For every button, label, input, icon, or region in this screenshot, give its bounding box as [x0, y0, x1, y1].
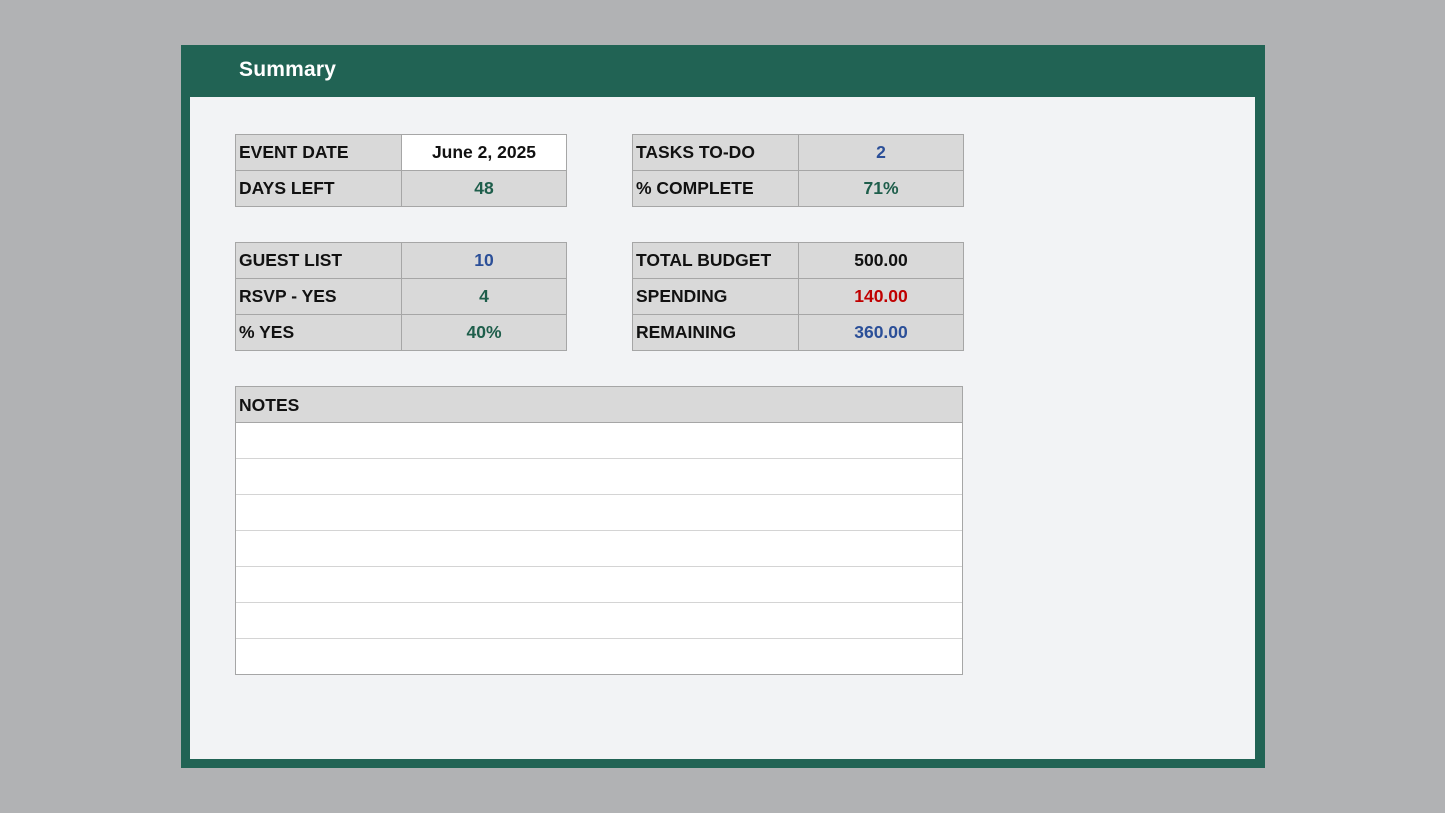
tasks-table: TASKS TO-DO 2 % COMPLETE 71% [632, 134, 964, 207]
notes-row[interactable] [236, 567, 962, 603]
notes-row[interactable] [236, 603, 962, 639]
event-date-cell[interactable]: June 2, 2025 [401, 134, 567, 171]
table-row: REMAINING 360.00 [632, 314, 964, 351]
table-row: EVENT DATE June 2, 2025 [235, 134, 567, 171]
guest-list-label: GUEST LIST [235, 242, 402, 279]
total-budget-label: TOTAL BUDGET [632, 242, 799, 279]
table-row: % YES 40% [235, 314, 567, 351]
event-date-label: EVENT DATE [235, 134, 402, 171]
pct-yes-value: 40% [401, 314, 567, 351]
guests-table: GUEST LIST 10 RSVP - YES 4 % YES 40% [235, 242, 567, 351]
rsvp-yes-label: RSVP - YES [235, 278, 402, 315]
rsvp-yes-value: 4 [401, 278, 567, 315]
table-row: GUEST LIST 10 [235, 242, 567, 279]
budget-table: TOTAL BUDGET 500.00 SPENDING 140.00 REMA… [632, 242, 964, 351]
table-row: TASKS TO-DO 2 [632, 134, 964, 171]
notes-row[interactable] [236, 639, 962, 674]
page-title: Summary [239, 58, 337, 81]
spending-value: 140.00 [798, 278, 964, 315]
table-row: SPENDING 140.00 [632, 278, 964, 315]
notes-row[interactable] [236, 459, 962, 495]
guest-list-value: 10 [401, 242, 567, 279]
notes-section: NOTES [235, 386, 963, 675]
summary-frame: Summary EVENT DATE June 2, 2025 DAYS LEF… [181, 45, 1265, 768]
notes-header: NOTES [236, 387, 962, 423]
table-row: DAYS LEFT 48 [235, 170, 567, 207]
tasks-todo-label: TASKS TO-DO [632, 134, 799, 171]
event-table: EVENT DATE June 2, 2025 DAYS LEFT 48 [235, 134, 567, 207]
pct-yes-label: % YES [235, 314, 402, 351]
table-row: RSVP - YES 4 [235, 278, 567, 315]
table-row: TOTAL BUDGET 500.00 [632, 242, 964, 279]
complete-value: 71% [798, 170, 964, 207]
notes-row[interactable] [236, 531, 962, 567]
total-budget-value: 500.00 [798, 242, 964, 279]
days-left-value: 48 [401, 170, 567, 207]
notes-row[interactable] [236, 495, 962, 531]
spending-label: SPENDING [632, 278, 799, 315]
summary-sheet: EVENT DATE June 2, 2025 DAYS LEFT 48 TAS… [190, 97, 1255, 759]
days-left-label: DAYS LEFT [235, 170, 402, 207]
tasks-todo-value: 2 [798, 134, 964, 171]
table-row: % COMPLETE 71% [632, 170, 964, 207]
notes-row[interactable] [236, 423, 962, 459]
remaining-label: REMAINING [632, 314, 799, 351]
complete-label: % COMPLETE [632, 170, 799, 207]
remaining-value: 360.00 [798, 314, 964, 351]
